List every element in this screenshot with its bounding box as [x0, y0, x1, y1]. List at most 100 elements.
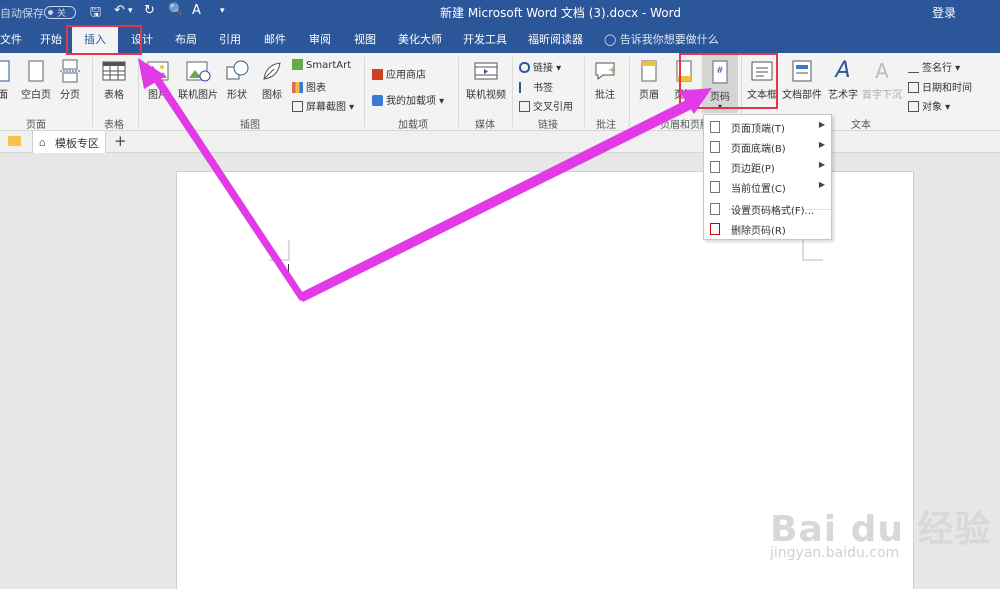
comment-button[interactable]: + 批注	[589, 59, 621, 101]
cross-reference-icon	[519, 101, 530, 112]
screenshot-label: 屏幕截图	[306, 102, 346, 113]
my-addins-button[interactable]: 我的加载项 ▾	[372, 92, 444, 107]
format-icon	[710, 203, 720, 215]
group-illustrations-label: 插图	[240, 120, 260, 131]
menu-item-page-margins[interactable]: 页边距(P) ▶	[704, 157, 831, 177]
smartart-button[interactable]: SmartArt	[292, 59, 351, 71]
ribbon-separator	[364, 57, 365, 127]
date-time-button[interactable]: 日期和时间	[908, 79, 972, 94]
autosave-state: 关	[57, 9, 67, 19]
my-addins-icon	[372, 95, 383, 106]
online-video-button[interactable]: 联机视频	[464, 59, 508, 101]
menu-item-format-page-numbers[interactable]: 设置页码格式(F)...	[704, 199, 831, 219]
shapes-icon	[226, 60, 249, 80]
customize-qat-icon[interactable]: ▾	[220, 6, 225, 16]
add-tab-button[interactable]: +	[114, 132, 127, 150]
online-picture-button[interactable]: 联机图片	[176, 59, 220, 101]
undo-icon[interactable]: ↶	[114, 3, 125, 18]
page-number-highlight	[679, 53, 778, 109]
template-zone-tab[interactable]: ⌂ 模板专区	[32, 131, 106, 153]
picture-icon	[147, 61, 169, 81]
group-comments-label: 批注	[596, 120, 616, 131]
header-label: 页眉	[639, 90, 659, 101]
group-text-label: 文本	[851, 120, 871, 131]
menu-item-label: 删除页码(R)	[731, 226, 786, 237]
folder-icon[interactable]	[8, 136, 21, 146]
quick-parts-icon	[792, 60, 812, 82]
menu-item-label: 页面底端(B)	[731, 144, 786, 155]
login-button[interactable]: 登录	[932, 4, 956, 21]
ribbon-separator	[584, 57, 585, 127]
ribbon-insert: 面 空白页 分页 页面 表格 表格 图片 联机图片 形状 图标 SmartArt…	[0, 53, 1000, 131]
tab-layout[interactable]: 布局	[175, 31, 197, 47]
menu-item-label: 当前位置(C)	[731, 184, 786, 195]
chart-label: 图表	[306, 83, 326, 94]
object-button[interactable]: 对象 ▾	[908, 98, 950, 113]
menu-item-top-of-page[interactable]: 页面顶端(T) ▶	[704, 117, 831, 137]
comment-label: 批注	[595, 90, 615, 101]
cross-reference-button[interactable]: 交叉引用	[519, 98, 573, 113]
dropcap-icon: A	[875, 59, 889, 83]
blank-page-button[interactable]: 空白页	[20, 59, 52, 101]
store-icon	[372, 69, 383, 80]
page-icon	[710, 141, 720, 153]
dropcap-button[interactable]: A 首字下沉	[862, 59, 902, 101]
tab-home[interactable]: 开始	[40, 31, 62, 47]
link-icon	[519, 62, 530, 73]
blank-page-icon	[28, 60, 44, 82]
tab-developer[interactable]: 开发工具	[463, 31, 507, 47]
tab-review[interactable]: 审阅	[309, 31, 331, 47]
font-size-icon[interactable]: A	[192, 3, 201, 18]
signature-icon	[908, 62, 919, 73]
tab-foxit[interactable]: 福昕阅读器	[528, 31, 583, 47]
tab-mailings[interactable]: 邮件	[264, 31, 286, 47]
cover-page-button[interactable]: 面	[0, 59, 12, 101]
redo-icon[interactable]: ↻	[144, 3, 155, 18]
table-label: 表格	[104, 90, 124, 101]
screenshot-button[interactable]: 屏幕截图 ▾	[292, 98, 354, 113]
page-break-icon	[60, 59, 80, 83]
undo-dropdown-icon[interactable]: ▾	[128, 6, 133, 16]
icons-button[interactable]: 图标	[258, 59, 286, 101]
print-preview-icon[interactable]: 🔍	[168, 3, 184, 18]
shapes-button[interactable]: 形状	[222, 59, 252, 101]
store-button[interactable]: 应用商店	[372, 66, 426, 81]
ribbon-separator	[629, 57, 630, 127]
menu-item-current-position[interactable]: 当前位置(C) ▶	[704, 177, 831, 197]
quick-parts-button[interactable]: 文档部件	[782, 59, 822, 101]
tab-references[interactable]: 引用	[219, 31, 241, 47]
signature-line-button[interactable]: 签名行 ▾	[908, 59, 960, 74]
watermark-brand: Bai du 经验	[770, 509, 992, 550]
online-video-icon	[474, 62, 498, 80]
autosave-toggle[interactable]: 关	[44, 6, 76, 19]
picture-button[interactable]: 图片	[143, 59, 173, 101]
watermark-url: jingyan.baidu.com	[770, 545, 900, 561]
bookmark-button[interactable]: 书签	[519, 79, 553, 94]
quick-parts-label: 文档部件	[782, 90, 822, 101]
page-break-button[interactable]: 分页	[56, 59, 84, 101]
tab-meihua[interactable]: 美化大师	[398, 31, 442, 47]
delete-icon	[710, 223, 720, 235]
autosave-label: 自动保存	[0, 7, 44, 20]
tab-file[interactable]: 文件	[0, 31, 22, 47]
online-picture-label: 联机图片	[178, 90, 218, 101]
table-button[interactable]: 表格	[98, 59, 130, 101]
menu-item-bottom-of-page[interactable]: 页面底端(B) ▶	[704, 137, 831, 157]
menu-item-remove-page-numbers[interactable]: 删除页码(R)	[704, 219, 831, 239]
page-icon	[710, 121, 720, 133]
cover-page-label: 面	[0, 90, 8, 101]
wordart-icon: A	[835, 58, 851, 83]
save-icon[interactable]: 🖫	[90, 3, 101, 25]
tab-view[interactable]: 视图	[354, 31, 376, 47]
chart-button[interactable]: 图表	[292, 79, 326, 94]
header-button[interactable]: 页眉	[635, 59, 663, 101]
submenu-arrow-icon: ▶	[818, 120, 825, 129]
blank-page-label: 空白页	[21, 90, 51, 101]
link-button[interactable]: 链接 ▾	[519, 59, 561, 74]
chart-icon	[292, 82, 303, 93]
insert-tab-highlight	[66, 25, 142, 55]
wordart-button[interactable]: A 艺术字	[826, 58, 860, 102]
bookmark-icon	[519, 82, 530, 93]
submenu-arrow-icon: ▶	[818, 140, 825, 149]
tell-me-box[interactable]: ◯ 告诉我你想要做什么	[604, 31, 719, 47]
